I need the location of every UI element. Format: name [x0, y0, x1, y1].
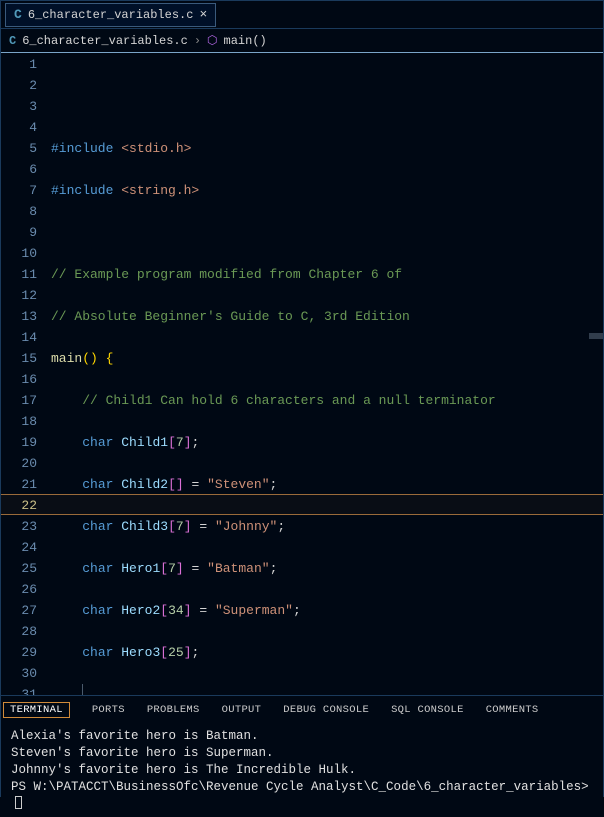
function-icon: ⬡ [207, 33, 217, 48]
tab-comments[interactable]: COMMENTS [486, 702, 539, 718]
breadcrumb[interactable]: C 6_character_variables.c › ⬡ main() [1, 29, 603, 53]
tab-terminal[interactable]: TERMINAL [3, 702, 70, 718]
tab-output[interactable]: OUTPUT [222, 702, 262, 718]
editor-tab[interactable]: C 6_character_variables.c × [5, 3, 216, 27]
code-area[interactable]: #include <stdio.h> #include <string.h> /… [51, 53, 603, 695]
c-file-icon: C [14, 7, 22, 22]
editor[interactable]: 1 2 3 4 5 6 7 8 9 10 11 12 13 14 15 16 1… [1, 53, 603, 695]
tab-problems[interactable]: PROBLEMS [147, 702, 200, 718]
tab-ports[interactable]: PORTS [92, 702, 125, 718]
breadcrumb-file[interactable]: 6_character_variables.c [22, 34, 188, 48]
close-icon[interactable]: × [199, 7, 207, 22]
line-gutter: 1 2 3 4 5 6 7 8 9 10 11 12 13 14 15 16 1… [1, 53, 51, 695]
terminal-output-line: Johnny's favorite hero is The Incredible… [11, 762, 593, 779]
cursor-icon [15, 796, 22, 809]
panel-tabs: TERMINAL PORTS PROBLEMS OUTPUT DEBUG CON… [1, 696, 603, 720]
terminal-prompt[interactable]: PS W:\PATACCT\BusinessOfc\Revenue Cycle … [11, 779, 593, 809]
active-lineno: 22 [1, 495, 37, 516]
bottom-panel: TERMINAL PORTS PROBLEMS OUTPUT DEBUG CON… [1, 695, 603, 817]
active-line-highlight [1, 494, 603, 515]
breadcrumb-symbol[interactable]: main() [224, 34, 267, 48]
tab-label: 6_character_variables.c [28, 8, 194, 22]
terminal-output-line: Steven's favorite hero is Superman. [11, 745, 593, 762]
c-file-icon: C [9, 34, 16, 48]
minimap-marker [589, 333, 603, 339]
chevron-right-icon: › [194, 34, 201, 48]
terminal-output-line: Alexia's favorite hero is Batman. [11, 728, 593, 745]
terminal[interactable]: Alexia's favorite hero is Batman. Steven… [1, 720, 603, 817]
tab-bar: C 6_character_variables.c × [1, 1, 603, 29]
tab-debug-console[interactable]: DEBUG CONSOLE [283, 702, 369, 718]
tab-sql-console[interactable]: SQL CONSOLE [391, 702, 464, 718]
